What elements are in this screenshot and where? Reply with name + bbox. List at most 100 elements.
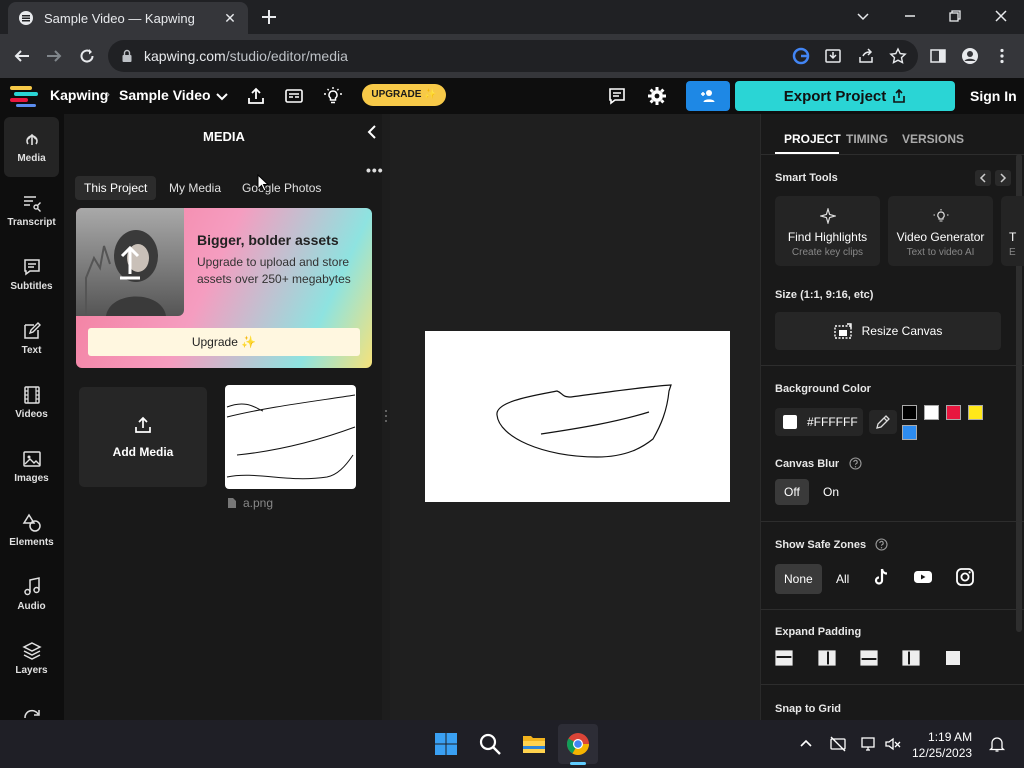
carousel-next-button[interactable] [995, 170, 1011, 186]
tab-timing[interactable]: TIMING [846, 132, 888, 146]
smart-tools-title: Smart Tools [775, 172, 838, 184]
kapwing-logo-icon[interactable] [10, 85, 40, 107]
safe-zones-title: Show Safe Zones [775, 539, 867, 551]
minimize-icon[interactable] [902, 8, 918, 24]
image-icon [22, 451, 41, 467]
upgrade-button[interactable]: UPGRADE ✨ [362, 84, 446, 106]
background-color-input[interactable]: #FFFFFF [775, 408, 863, 436]
browser-tab[interactable]: Sample Video — Kapwing ✕ [8, 2, 248, 34]
network-disconnected-icon[interactable] [829, 735, 847, 753]
display-icon[interactable] [860, 735, 878, 753]
rail-item-elements[interactable]: Elements [4, 501, 59, 561]
chevron-left-icon[interactable] [364, 124, 380, 140]
tab-my-media[interactable]: My Media [160, 176, 230, 200]
pad-all-icon[interactable] [944, 650, 962, 666]
system-clock[interactable]: 1:19 AM 12/25/2023 [912, 729, 972, 761]
safe-zone-all-button[interactable]: All [827, 564, 858, 594]
blur-on-toggle[interactable]: On [814, 479, 848, 505]
tab-project[interactable]: PROJECT [784, 132, 841, 146]
profile-avatar-icon[interactable] [961, 47, 979, 65]
share-icon[interactable] [857, 47, 875, 65]
pad-sides-icon[interactable] [818, 650, 836, 666]
rail-item-audio[interactable]: Audio [4, 565, 59, 625]
tab-this-project[interactable]: This Project [75, 176, 157, 200]
bookmark-star-icon[interactable] [889, 47, 907, 65]
back-arrow-icon[interactable] [13, 47, 31, 65]
chevron-down-icon[interactable] [855, 8, 871, 24]
google-icon[interactable] [792, 47, 810, 65]
new-tab-icon[interactable] [260, 8, 278, 26]
help-icon[interactable] [849, 457, 862, 470]
windows-start-icon[interactable] [434, 732, 458, 756]
swatch-yellow[interactable] [968, 405, 983, 420]
close-window-icon[interactable] [993, 8, 1009, 24]
volume-muted-icon[interactable] [884, 735, 902, 753]
left-tool-rail: Media Transcript Subtitles Text Videos I… [0, 114, 64, 720]
promo-upgrade-button[interactable]: Upgrade ✨ [88, 328, 360, 356]
safe-zone-none-button[interactable]: None [775, 564, 822, 594]
blur-off-toggle[interactable]: Off [775, 479, 809, 505]
find-highlights-card[interactable]: Find Highlights Create key clips [775, 196, 880, 266]
kebab-menu-icon[interactable] [993, 47, 1011, 65]
add-media-button[interactable]: Add Media [79, 387, 207, 487]
rail-item-subtitles[interactable]: Subtitles [4, 245, 59, 305]
file-explorer-icon[interactable] [522, 732, 546, 756]
notification-bell-icon[interactable] [988, 735, 1006, 753]
rail-item-media[interactable]: Media [4, 117, 59, 177]
canvas-blur-title: Canvas Blur [775, 458, 840, 470]
reload-icon[interactable] [78, 47, 96, 65]
caption-icon[interactable] [284, 86, 304, 106]
help-icon[interactable] [875, 538, 888, 551]
chevron-down-icon[interactable] [212, 86, 232, 106]
install-app-icon[interactable] [824, 47, 842, 65]
pad-bottom-icon[interactable] [860, 650, 878, 666]
brand-name[interactable]: Kapwing [50, 87, 108, 103]
third-tool-card[interactable]: T E [1001, 196, 1024, 266]
gear-icon[interactable] [647, 86, 667, 106]
comment-icon[interactable] [607, 86, 627, 106]
carousel-prev-button[interactable] [975, 170, 991, 186]
youtube-icon[interactable] [913, 567, 933, 587]
panel-resize-handle-icon[interactable] [384, 409, 388, 423]
rail-item-transcript[interactable]: Transcript [4, 181, 59, 241]
swatch-white[interactable] [924, 405, 939, 420]
more-options-icon[interactable]: ••• [366, 162, 384, 178]
upload-icon[interactable] [246, 86, 266, 106]
pad-left-icon[interactable] [902, 650, 920, 666]
sign-in-link[interactable]: Sign In [970, 88, 1017, 104]
forward-arrow-icon[interactable] [45, 47, 63, 65]
instagram-icon[interactable] [955, 567, 975, 587]
search-icon[interactable] [478, 732, 502, 756]
tiktok-icon[interactable] [871, 567, 891, 587]
pad-top-bottom-icon[interactable] [775, 650, 793, 666]
mouse-cursor-icon [257, 174, 269, 192]
lightbulb-icon[interactable] [323, 86, 343, 106]
background-color-title: Background Color [775, 383, 871, 395]
chrome-icon[interactable] [566, 732, 590, 756]
rail-item-images[interactable]: Images [4, 437, 59, 497]
rail-item-videos[interactable]: Videos [4, 373, 59, 433]
rail-item-layers[interactable]: Layers [4, 629, 59, 689]
project-name[interactable]: Sample Video [119, 87, 211, 103]
invite-collaborator-button[interactable] [686, 81, 730, 111]
tab-google-photos[interactable]: Google Photos [233, 176, 330, 200]
side-panel-icon[interactable] [929, 47, 947, 65]
video-generator-card[interactable]: Video Generator Text to video AI [888, 196, 993, 266]
tab-versions[interactable]: VERSIONS [902, 132, 964, 146]
swatch-blue[interactable] [902, 425, 917, 440]
video-canvas[interactable] [425, 331, 730, 502]
media-thumbnail[interactable] [225, 385, 356, 489]
media-file-name: a.png [227, 496, 273, 510]
rail-item-text[interactable]: Text [4, 309, 59, 369]
restore-icon[interactable] [947, 8, 963, 24]
promo-text: Upgrade to upload and store assets over … [197, 255, 351, 286]
resize-canvas-button[interactable]: Resize Canvas [775, 312, 1001, 350]
chevron-up-icon[interactable] [797, 735, 815, 753]
refresh-icon[interactable] [22, 708, 42, 720]
address-bar[interactable]: kapwing.com/studio/editor/media [108, 40, 918, 72]
swatch-red[interactable] [946, 405, 961, 420]
close-icon[interactable]: ✕ [222, 10, 238, 26]
export-project-button[interactable]: Export Project [735, 81, 955, 111]
eyedropper-button[interactable] [869, 410, 897, 434]
swatch-black[interactable] [902, 405, 917, 420]
